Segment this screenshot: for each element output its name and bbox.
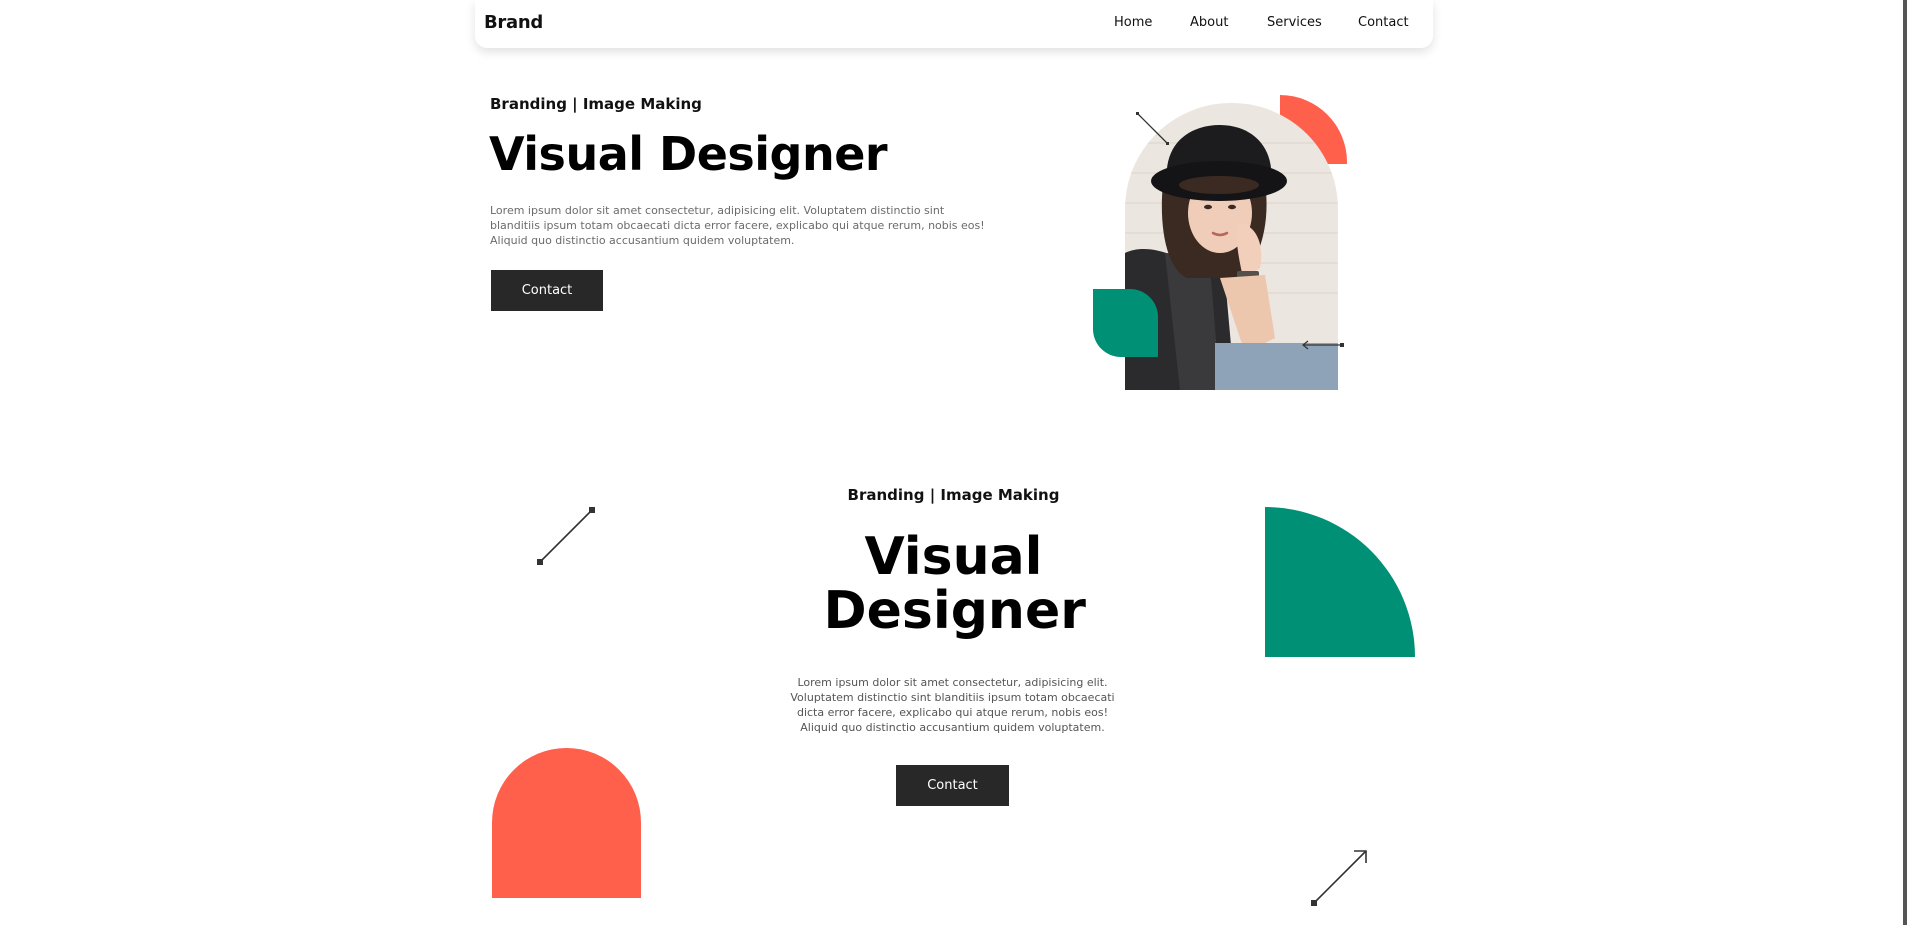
diagonal-arrow-icon (1311, 850, 1367, 906)
hero-tagline: Branding | Image Making (490, 95, 702, 113)
brand-logo[interactable]: Brand (484, 12, 543, 33)
hero-title: Visual Designer (0, 530, 1907, 638)
hero-description: Lorem ipsum dolor sit amet consectetur, … (490, 204, 985, 247)
nav-link-about[interactable]: About (1190, 15, 1228, 30)
page: Brand Home About Services Contact Brandi… (0, 0, 1907, 925)
navbar: Brand Home About Services Contact (475, 0, 1433, 48)
scrollbar[interactable] (1903, 0, 1907, 925)
hero-title: Visual Designer (489, 127, 888, 181)
nav-link-contact[interactable]: Contact (1358, 15, 1409, 30)
hero-description: Lorem ipsum dolor sit amet consectetur, … (790, 676, 1115, 734)
contact-button[interactable]: Contact (491, 270, 603, 311)
green-leaf-shape (1093, 289, 1158, 357)
diagonal-line-icon (537, 507, 595, 565)
double-arrow-icon (1302, 340, 1344, 350)
hero-title-text: Visual Designer (823, 527, 1086, 641)
nav-link-services[interactable]: Services (1267, 15, 1322, 30)
nav-link-home[interactable]: Home (1114, 15, 1152, 30)
diagonal-line-icon (1136, 112, 1169, 145)
contact-button[interactable]: Contact (896, 765, 1009, 806)
hero-tagline: Branding | Image Making (847, 486, 1060, 504)
coral-arch-shape (492, 748, 641, 898)
